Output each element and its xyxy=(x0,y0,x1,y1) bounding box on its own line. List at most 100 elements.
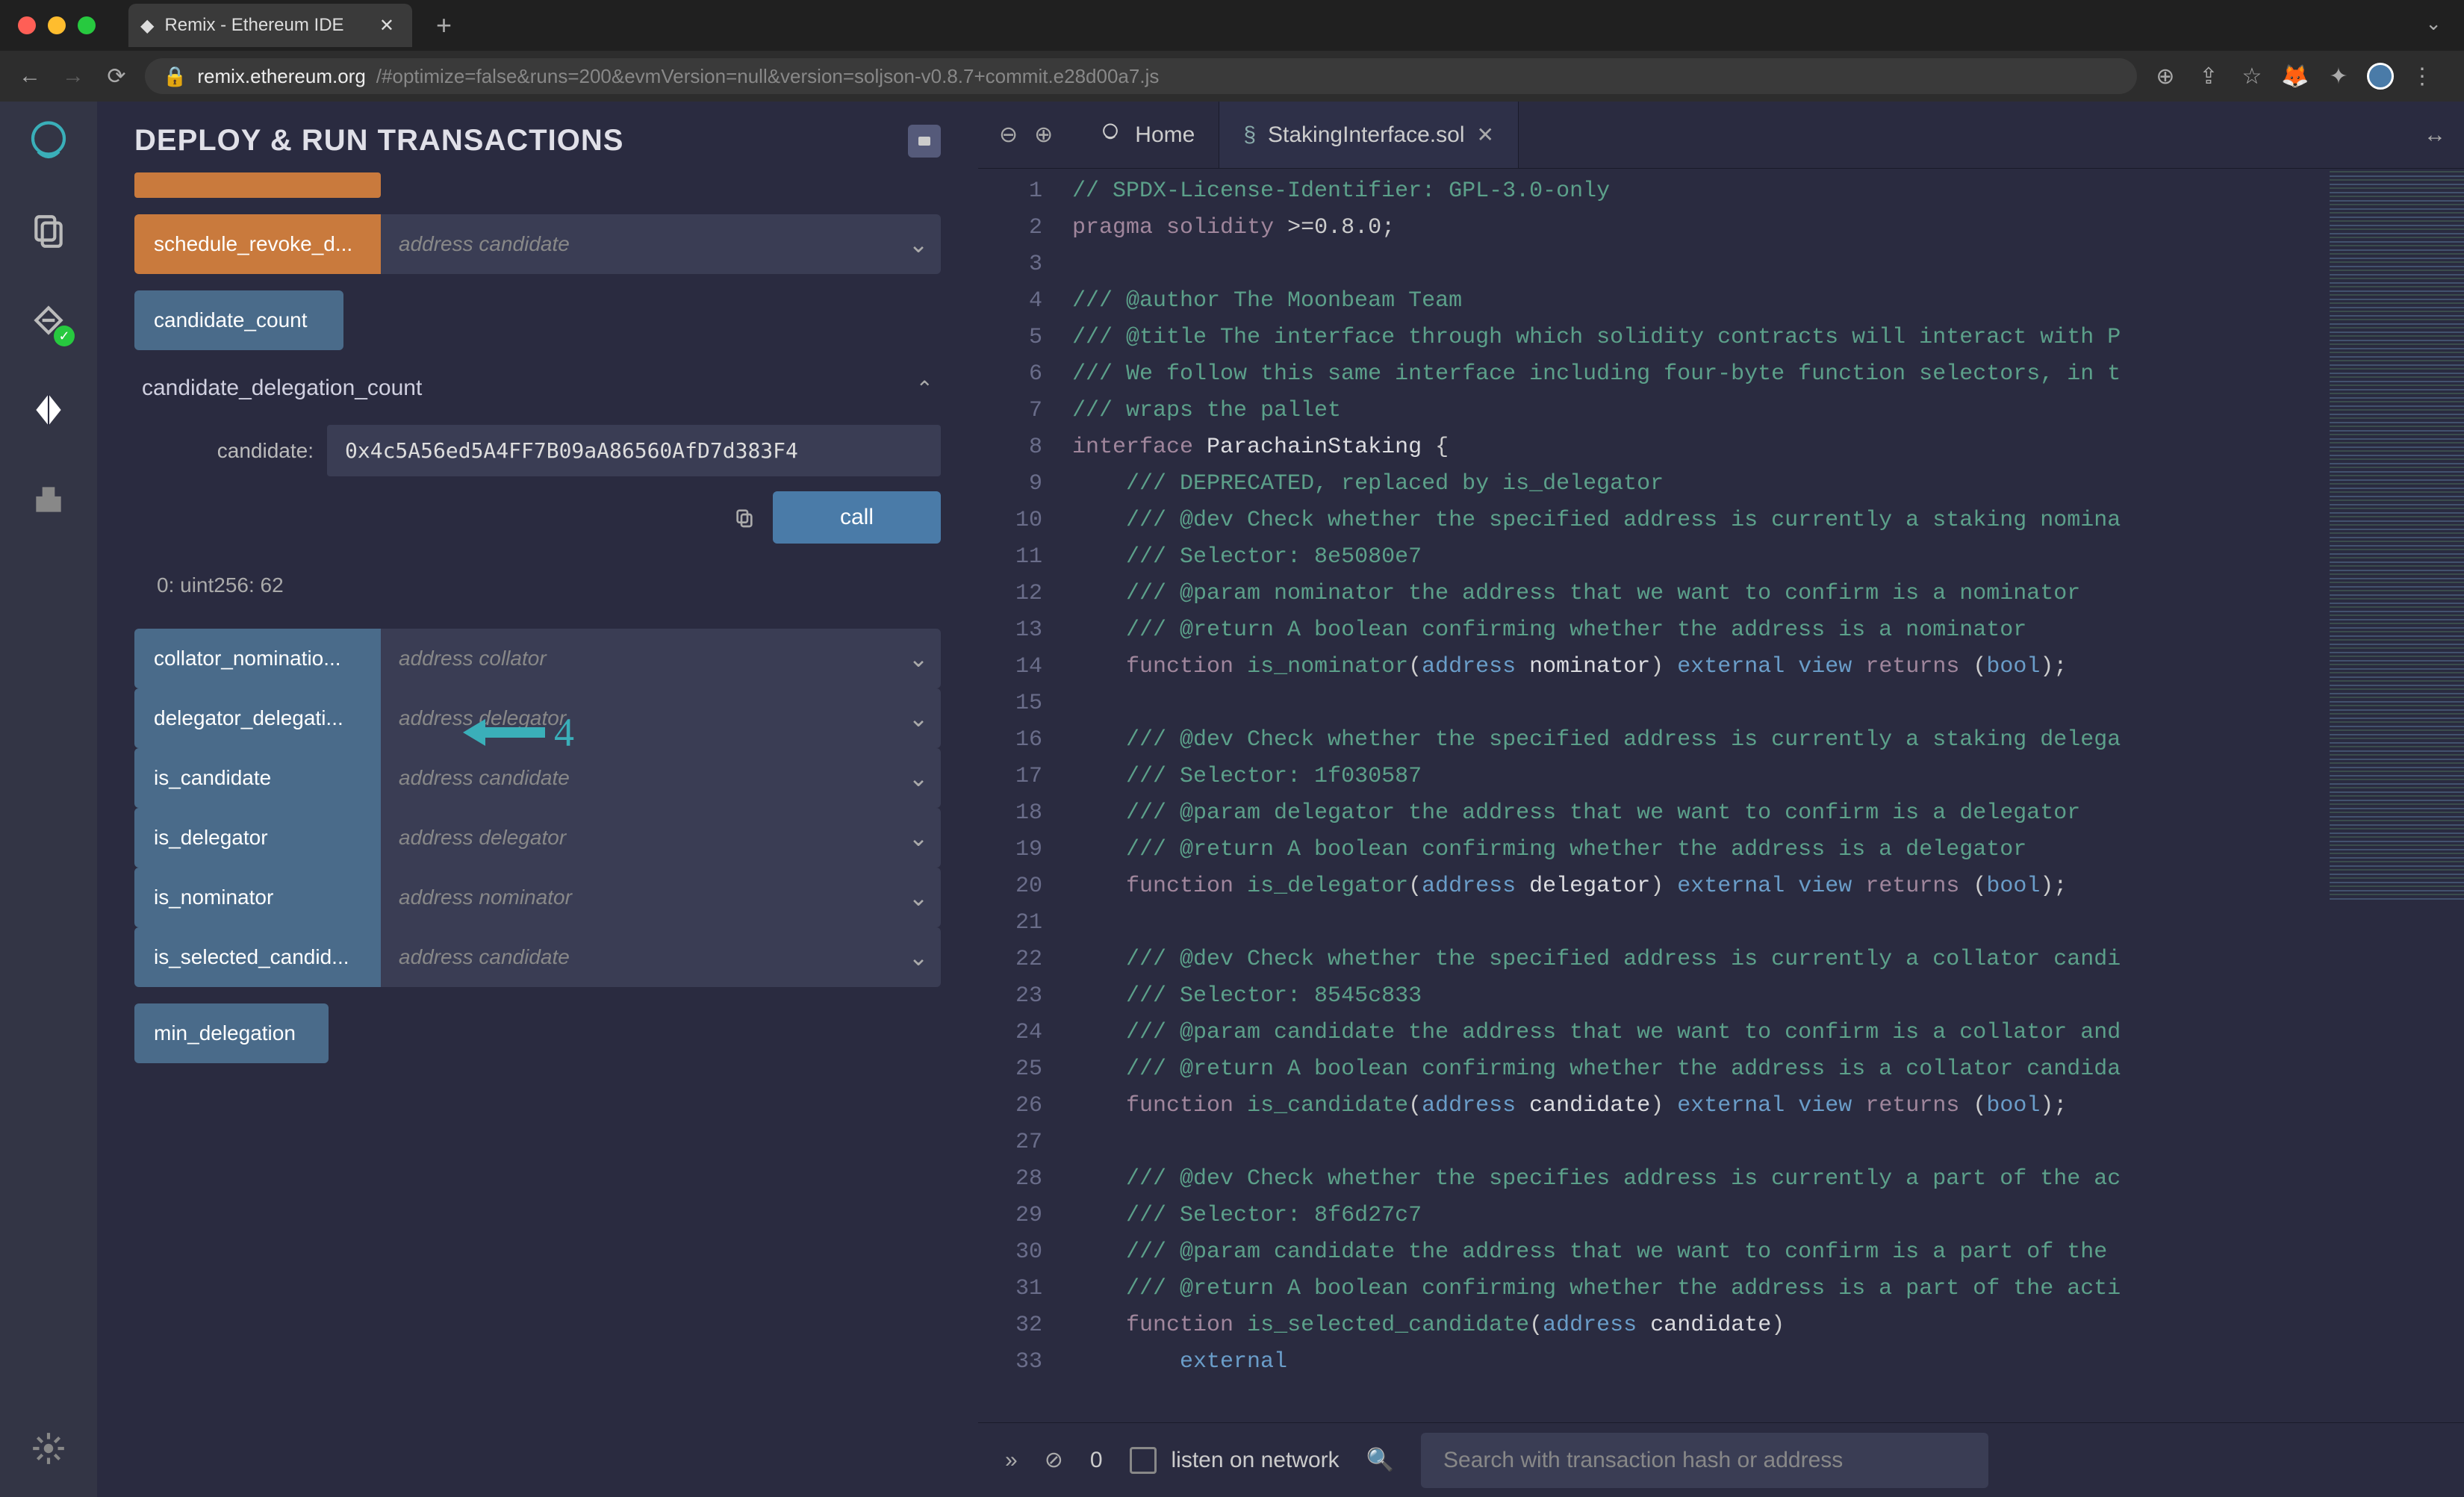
fn-button[interactable]: collator_nominatio... xyxy=(134,629,381,688)
share-icon[interactable]: ⇪ xyxy=(2194,61,2224,91)
pending-tx-count: 0 xyxy=(1090,1448,1103,1473)
terminal-expand-icon[interactable]: » xyxy=(1005,1448,1018,1473)
zoom-in-icon[interactable]: ⊕ xyxy=(1034,122,1053,148)
listen-network-checkbox[interactable] xyxy=(1130,1447,1157,1474)
fn-row: is_selected_candid... ⌄ xyxy=(134,927,941,987)
plugin-icon[interactable] xyxy=(22,473,75,526)
fn-input[interactable] xyxy=(381,808,896,868)
remix-app: ✓ DEPLOY & RUN TRANSACTIONS schedule_rev… xyxy=(0,102,2464,1497)
browser-tab-bar: ◆ Remix - Ethereum IDE ✕ + ⌄ xyxy=(0,0,2464,51)
back-button[interactable]: ← xyxy=(15,61,45,91)
minimize-window-button[interactable] xyxy=(48,16,66,34)
tx-search-input[interactable] xyxy=(1421,1433,1988,1488)
editor-panel: ⊖ ⊕ Home § StakingInterface.sol ✕ ↔ 1234… xyxy=(978,102,2464,1497)
tab-favicon: ◆ xyxy=(140,15,154,37)
zoom-out-icon[interactable]: ⊖ xyxy=(999,122,1018,148)
reload-button[interactable]: ⟳ xyxy=(102,61,131,91)
close-tab-icon[interactable]: ✕ xyxy=(379,15,394,37)
fn-row: is_nominator ⌄ xyxy=(134,868,941,927)
terminal-bar: » ⊘ 0 listen on network 🔍 xyxy=(978,1422,2464,1497)
fn-button[interactable]: delegator_delegati... xyxy=(134,688,381,748)
expand-icon[interactable]: ⌄ xyxy=(896,808,941,868)
call-result: 0: uint256: 62 xyxy=(134,558,941,612)
expand-icon[interactable]: ⌄ xyxy=(896,748,941,808)
fn-button-min-delegation[interactable]: min_delegation xyxy=(134,1003,329,1063)
tab-title: Remix - Ethereum IDE xyxy=(164,15,343,36)
maximize-window-button[interactable] xyxy=(78,16,96,34)
clear-console-icon[interactable]: ⊘ xyxy=(1045,1447,1063,1473)
fn-input-schedule-revoke[interactable] xyxy=(381,214,896,274)
tabs-dropdown-icon[interactable]: ⌄ xyxy=(2425,12,2442,35)
expand-icon[interactable]: ⌄ xyxy=(896,629,941,688)
file-explorer-icon[interactable] xyxy=(22,205,75,257)
code-content[interactable]: // SPDX-License-Identifier: GPL-3.0-only… xyxy=(1060,169,2464,1422)
expand-icon[interactable]: ⌄ xyxy=(896,214,941,274)
fn-button[interactable]: is_nominator xyxy=(134,868,381,927)
copy-params-icon[interactable] xyxy=(729,502,759,532)
browser-toolbar: ← → ⟳ 🔒 remix.ethereum.org /#optimize=fal… xyxy=(0,51,2464,102)
tab-file-label: StakingInterface.sol xyxy=(1268,122,1464,148)
expanded-fn-name: candidate_delegation_count xyxy=(142,376,422,401)
fn-input[interactable] xyxy=(381,927,896,987)
fn-row: is_candidate ⌄ xyxy=(134,748,941,808)
param-input-candidate[interactable] xyxy=(327,425,941,476)
forward-button[interactable]: → xyxy=(58,61,88,91)
tab-home[interactable]: Home xyxy=(1074,102,1219,168)
close-window-button[interactable] xyxy=(18,16,36,34)
collapse-icon[interactable]: ⌃ xyxy=(916,376,933,401)
fn-min-delegation: min_delegation xyxy=(134,1003,941,1063)
search-icon[interactable]: 🔍 xyxy=(1366,1447,1394,1473)
zoom-icon[interactable]: ⊕ xyxy=(2150,61,2180,91)
tab-home-label: Home xyxy=(1135,122,1195,148)
expand-icon[interactable]: ⌄ xyxy=(896,927,941,987)
new-tab-button[interactable]: + xyxy=(421,10,467,41)
call-button[interactable]: call xyxy=(773,491,941,544)
expanded-candidate-delegation-count: candidate_delegation_count ⌃ candidate: … xyxy=(134,367,941,612)
expand-icon[interactable]: ⌄ xyxy=(896,868,941,927)
url-host: remix.ethereum.org xyxy=(197,65,365,88)
home-icon xyxy=(1098,119,1123,151)
deploy-run-panel: DEPLOY & RUN TRANSACTIONS schedule_revok… xyxy=(97,102,978,1497)
compile-success-badge: ✓ xyxy=(54,326,75,346)
listen-network-label: listen on network xyxy=(1172,1448,1340,1473)
param-label-candidate: candidate: xyxy=(209,439,314,463)
compiler-icon[interactable]: ✓ xyxy=(22,294,75,346)
remix-logo-icon[interactable] xyxy=(22,115,75,167)
fn-button[interactable]: is_candidate xyxy=(134,748,381,808)
recorder-icon[interactable] xyxy=(908,125,941,158)
truncated-transact-button[interactable] xyxy=(134,172,381,198)
metamask-icon[interactable]: 🦊 xyxy=(2280,61,2310,91)
line-number-gutter: 1234567891011121314151617181920212223242… xyxy=(978,169,1060,1422)
fn-button-candidate-count[interactable]: candidate_count xyxy=(134,290,343,350)
lock-icon: 🔒 xyxy=(163,65,187,88)
fn-input[interactable] xyxy=(381,868,896,927)
deploy-run-icon[interactable] xyxy=(22,384,75,436)
menu-icon[interactable]: ⋮ xyxy=(2407,61,2437,91)
browser-chrome: ◆ Remix - Ethereum IDE ✕ + ⌄ ← → ⟳ 🔒 rem… xyxy=(0,0,2464,102)
panel-title: DEPLOY & RUN TRANSACTIONS xyxy=(134,124,623,158)
fn-input[interactable] xyxy=(381,688,896,748)
editor-tab-bar: ⊖ ⊕ Home § StakingInterface.sol ✕ ↔ xyxy=(978,102,2464,169)
annotation-4: 4 xyxy=(554,709,574,756)
minimap[interactable] xyxy=(2330,169,2464,900)
expand-editor-icon[interactable]: ↔ xyxy=(2406,122,2464,148)
settings-icon[interactable] xyxy=(22,1422,75,1475)
fn-schedule-revoke: schedule_revoke_d... ⌄ xyxy=(134,214,941,274)
window-controls xyxy=(18,16,96,34)
fn-input[interactable] xyxy=(381,748,896,808)
tab-staking-interface[interactable]: § StakingInterface.sol ✕ xyxy=(1219,102,1519,168)
expand-icon[interactable]: ⌄ xyxy=(896,688,941,748)
fn-button-schedule-revoke[interactable]: schedule_revoke_d... xyxy=(134,214,381,274)
code-editor[interactable]: 1234567891011121314151617181920212223242… xyxy=(978,169,2464,1422)
fn-input[interactable] xyxy=(381,629,896,688)
close-tab-icon[interactable]: ✕ xyxy=(1476,122,1493,147)
address-bar[interactable]: 🔒 remix.ethereum.org /#optimize=false&run… xyxy=(145,58,2137,94)
bookmark-icon[interactable]: ☆ xyxy=(2237,61,2267,91)
fn-row: is_delegator ⌄ xyxy=(134,808,941,868)
profile-avatar[interactable] xyxy=(2367,63,2394,90)
extensions-icon[interactable]: ✦ xyxy=(2324,61,2353,91)
url-path: /#optimize=false&runs=200&evmVersion=nul… xyxy=(376,65,1160,88)
browser-tab[interactable]: ◆ Remix - Ethereum IDE ✕ xyxy=(128,4,412,47)
fn-button[interactable]: is_selected_candid... xyxy=(134,927,381,987)
fn-button[interactable]: is_delegator xyxy=(134,808,381,868)
